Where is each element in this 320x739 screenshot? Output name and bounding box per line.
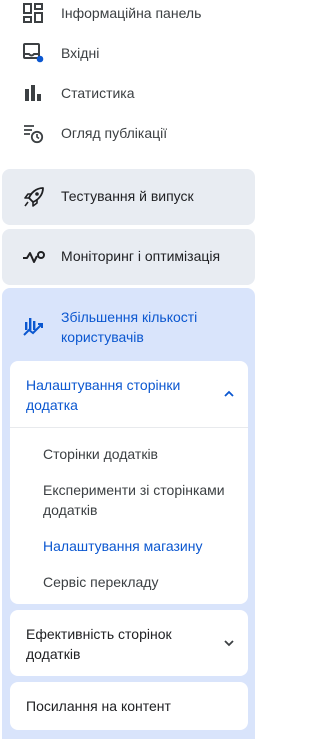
rocket-icon — [22, 185, 46, 209]
nav-item-label: Статистика — [61, 85, 135, 101]
monitoring-icon — [22, 245, 46, 269]
inbox-icon — [22, 42, 44, 64]
nav-item-label: Огляд публікації — [61, 125, 168, 141]
subnav-item-store-listings[interactable]: Сторінки додатків — [43, 444, 243, 464]
store-performance-card[interactable]: Ефективність сторінок додатків — [10, 610, 248, 676]
dashboard-icon — [22, 2, 44, 24]
store-performance-title: Ефективність сторінок додатків — [26, 626, 172, 662]
nav-item-statistics[interactable]: Статистика — [0, 73, 257, 113]
notification-dot — [36, 55, 44, 63]
store-presence-card: Налаштування сторінки додатка Сторінки д… — [10, 361, 248, 604]
nav-item-label: Інформаційна панель — [61, 5, 202, 21]
deep-links-title: Посилання на контент — [26, 698, 171, 714]
bar-chart-icon — [22, 82, 44, 104]
subnav-item-store-settings[interactable]: Налаштування магазину — [43, 536, 243, 556]
section-label: Моніторинг і оптимізація — [61, 248, 221, 264]
publishing-overview-icon — [22, 122, 44, 144]
nav-item-dashboard[interactable]: Інформаційна панель — [0, 0, 257, 33]
section-grow-users-label[interactable]: Збільшення кількості користувачів — [61, 307, 246, 347]
store-presence-header[interactable]: Налаштування сторінки додатка — [10, 361, 248, 427]
chevron-up-icon — [222, 387, 236, 401]
nav-item-publishing-overview[interactable]: Огляд публікації — [0, 113, 257, 153]
nav-item-inbox[interactable]: Вхідні — [0, 33, 257, 73]
deep-links-card[interactable]: Посилання на контент — [10, 682, 248, 730]
growth-icon — [22, 313, 46, 337]
divider — [10, 427, 248, 428]
subnav-item-translation-service[interactable]: Сервіс перекладу — [43, 572, 243, 592]
store-presence-title: Налаштування сторінки додатка — [26, 377, 181, 413]
section-testing-release[interactable]: Тестування й випуск — [2, 169, 255, 225]
section-monitoring[interactable]: Моніторинг і оптимізація — [2, 229, 255, 285]
subnav-item-store-listing-experiments[interactable]: Експерименти зі сторінками додатків — [43, 480, 243, 520]
section-label: Тестування й випуск — [61, 188, 194, 204]
nav-item-label: Вхідні — [61, 45, 100, 61]
section-grow-users: Збільшення кількості користувачів Налашт… — [2, 288, 255, 739]
chevron-down-icon — [222, 636, 236, 650]
